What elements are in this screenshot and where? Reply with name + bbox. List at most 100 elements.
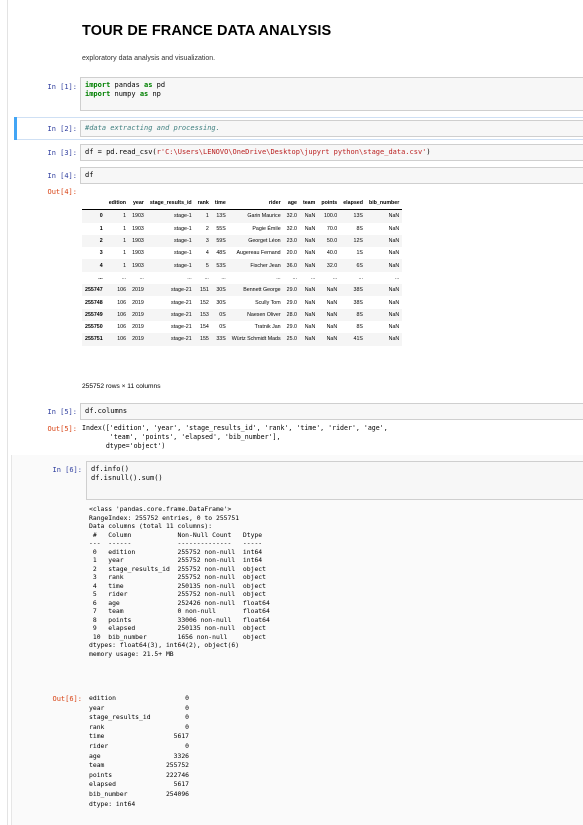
table-cell: 38S bbox=[353, 299, 363, 306]
table-cell: NaN bbox=[326, 336, 338, 343]
table-cell: 106 bbox=[117, 299, 127, 306]
table-cell: ... bbox=[221, 274, 226, 281]
row-index: 0 bbox=[99, 213, 103, 220]
table-cell: 106 bbox=[117, 336, 127, 343]
table-cell: Pagie Émile bbox=[252, 225, 281, 232]
table-cell: stage-21 bbox=[171, 324, 192, 331]
code-cell-6-source[interactable]: df.info() df.isnull().sum() bbox=[87, 462, 583, 486]
row-index: 4 bbox=[99, 262, 103, 269]
table-cell: 8S bbox=[356, 311, 363, 318]
code-token: np bbox=[148, 90, 161, 98]
table-row: 255749 106 2019 stage-21 153 0S Naesen Oliver 2… bbox=[82, 308, 403, 321]
code-cell-4[interactable]: df bbox=[80, 167, 583, 184]
table-cell: 2019 bbox=[132, 311, 144, 318]
table-cell: 13S bbox=[353, 213, 363, 220]
table-cell: NaN bbox=[304, 287, 316, 294]
code-cell-6[interactable]: df.info() df.isnull().sum() bbox=[86, 461, 583, 500]
code-cell-2-source[interactable]: #data extracting and processing. bbox=[81, 121, 583, 136]
code-cell-3[interactable]: df = pd.read_csv(r'C:\Users\LENOVO\OneDr… bbox=[80, 144, 583, 161]
code-cell-5[interactable]: df.columns bbox=[80, 403, 583, 420]
row-index: 255749 bbox=[85, 311, 103, 318]
table-cell: 2019 bbox=[132, 287, 144, 294]
table-cell: 32.0 bbox=[286, 213, 297, 220]
code-cell-1-source[interactable]: import pandas as pd import numpy as np bbox=[81, 78, 583, 102]
table-cell: Tratnik Jan bbox=[254, 324, 281, 331]
table-cell: NaN bbox=[388, 311, 400, 318]
table-cell: NaN bbox=[326, 324, 338, 331]
in-prompt-1: In [1]: bbox=[47, 83, 77, 91]
index-header bbox=[82, 197, 106, 211]
column-header: bib_number bbox=[365, 197, 403, 211]
code-cell-5-source[interactable]: df.columns bbox=[81, 404, 583, 419]
row-index: 3 bbox=[99, 250, 103, 257]
table-cell: 2019 bbox=[132, 336, 144, 343]
code-cell-2[interactable]: #data extracting and processing. bbox=[80, 120, 583, 137]
table-cell: NaN bbox=[304, 336, 316, 343]
output-null-counts: edition 0 year 0 stage_results_id 0 rank… bbox=[89, 694, 190, 808]
table-cell: NaN bbox=[304, 311, 316, 318]
table-cell: stage-1 bbox=[174, 250, 192, 257]
table-cell: stage-1 bbox=[174, 262, 192, 269]
row-index: 2 bbox=[99, 238, 103, 245]
notebook-title: TOUR DE FRANCE DATA ANALYSIS bbox=[82, 23, 332, 39]
table-cell: NaN bbox=[388, 250, 400, 257]
table-cell: 1903 bbox=[132, 238, 144, 245]
code-cell-4-source[interactable]: df bbox=[81, 168, 583, 183]
table-cell: 13S bbox=[216, 213, 226, 220]
table-cell: ... bbox=[332, 274, 338, 281]
table-row: 3 1 1903 stage-1 4 48S Augereau Fernand 20.0 NaN… bbox=[82, 247, 402, 259]
table-cell: 4 bbox=[205, 250, 209, 257]
table-cell: stage-1 bbox=[174, 213, 192, 220]
table-cell: NaN bbox=[304, 213, 316, 220]
table-cell: 154 bbox=[200, 324, 209, 331]
table-cell: 30S bbox=[216, 299, 226, 306]
table-cell: NaN bbox=[304, 324, 316, 331]
table-cell: stage-21 bbox=[171, 336, 192, 343]
code-string: r'C:\Users\LENOVO\OneDrive\Desktop\jupyr… bbox=[156, 148, 427, 156]
table-cell: stage-21 bbox=[171, 311, 192, 318]
table-cell: Bennett George bbox=[243, 287, 281, 294]
table-cell: 8S bbox=[356, 324, 363, 331]
column-header: points bbox=[318, 197, 341, 211]
table-cell: 1 bbox=[123, 250, 127, 257]
table-cell: NaN bbox=[388, 213, 400, 220]
in-prompt-5: In [5]: bbox=[47, 408, 77, 416]
column-header: age bbox=[283, 197, 300, 211]
table-cell: 2019 bbox=[132, 324, 144, 331]
table-cell: 6S bbox=[356, 262, 363, 269]
column-header: rank bbox=[194, 197, 212, 211]
table-cell: NaN bbox=[388, 324, 400, 331]
table-cell: 30S bbox=[216, 287, 226, 294]
table-cell: stage-21 bbox=[171, 299, 192, 306]
table-cell: NaN bbox=[304, 225, 316, 232]
code-cell-1[interactable]: import pandas as pd import numpy as np bbox=[80, 77, 583, 111]
in-prompt-2: In [2]: bbox=[47, 125, 77, 133]
table-cell: NaN bbox=[388, 336, 400, 343]
table-cell: 2 bbox=[205, 225, 209, 232]
table-cell: 25.0 bbox=[286, 336, 297, 343]
table-cell: 23.0 bbox=[286, 238, 297, 245]
table-cell: stage-21 bbox=[171, 287, 192, 294]
dataframe-header-row: edition year stage_results_id rank time rider… bbox=[82, 197, 403, 211]
table-cell: 20.0 bbox=[286, 250, 297, 257]
table-cell: 50.0 bbox=[326, 238, 338, 245]
code-token: pandas bbox=[110, 81, 145, 89]
column-header: elapsed bbox=[340, 197, 366, 211]
table-cell: 36.0 bbox=[286, 262, 297, 269]
table-row: .................................... bbox=[82, 272, 402, 284]
column-header: time bbox=[211, 197, 229, 211]
table-cell: NaN bbox=[388, 225, 400, 232]
code-token: pd bbox=[152, 81, 166, 89]
table-cell: 41S bbox=[353, 336, 363, 343]
table-cell: 33S bbox=[216, 336, 226, 343]
code-token: as bbox=[139, 90, 149, 98]
code-token: ) bbox=[426, 148, 431, 156]
table-cell: NaN bbox=[388, 299, 400, 306]
out-prompt-5: Out[5]: bbox=[47, 425, 77, 433]
row-index: 255748 bbox=[85, 299, 103, 306]
table-cell: stage-1 bbox=[174, 225, 192, 232]
table-cell: 153 bbox=[200, 311, 209, 318]
code-cell-3-source[interactable]: df = pd.read_csv(r'C:\Users\LENOVO\OneDr… bbox=[81, 145, 583, 160]
table-cell: Garin Maurice bbox=[247, 213, 281, 220]
table-row: 255750 106 2019 stage-21 154 0S Tratnik Jan 29.… bbox=[82, 321, 402, 333]
